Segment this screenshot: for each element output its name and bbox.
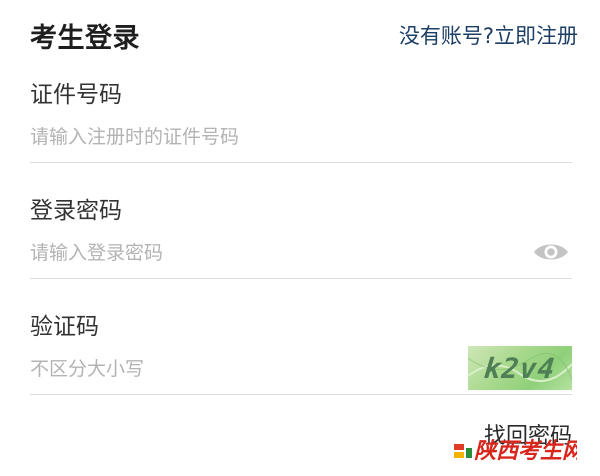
captcha-input[interactable] — [30, 358, 450, 380]
eye-icon[interactable] — [532, 239, 570, 265]
captcha-label: 验证码 — [30, 314, 99, 340]
svg-text:陕西考生网: 陕西考生网 — [474, 438, 577, 464]
header: 考生登录 没有账号?立即注册 — [30, 12, 578, 58]
watermark-logo: 陕西考生网 — [454, 438, 577, 464]
captcha-text: k2v4 — [482, 351, 558, 385]
id-number-input-row — [30, 112, 572, 163]
captcha-input-row: k2v4 — [30, 344, 572, 395]
password-field: 登录密码 — [30, 194, 572, 279]
id-number-label: 证件号码 — [30, 82, 122, 108]
page-title: 考生登录 — [30, 22, 140, 54]
id-number-input[interactable] — [30, 126, 450, 148]
password-input-row — [30, 228, 572, 279]
register-link[interactable]: 没有账号?立即注册 — [399, 20, 578, 50]
captcha-field: 验证码 k2v4 — [30, 310, 572, 395]
password-input[interactable] — [30, 242, 450, 264]
password-label: 登录密码 — [30, 198, 122, 224]
captcha-image[interactable]: k2v4 — [468, 346, 572, 390]
id-number-field: 证件号码 — [30, 78, 572, 163]
login-page: 考生登录 没有账号?立即注册 证件号码 登录密码 验证码 — [0, 0, 600, 476]
